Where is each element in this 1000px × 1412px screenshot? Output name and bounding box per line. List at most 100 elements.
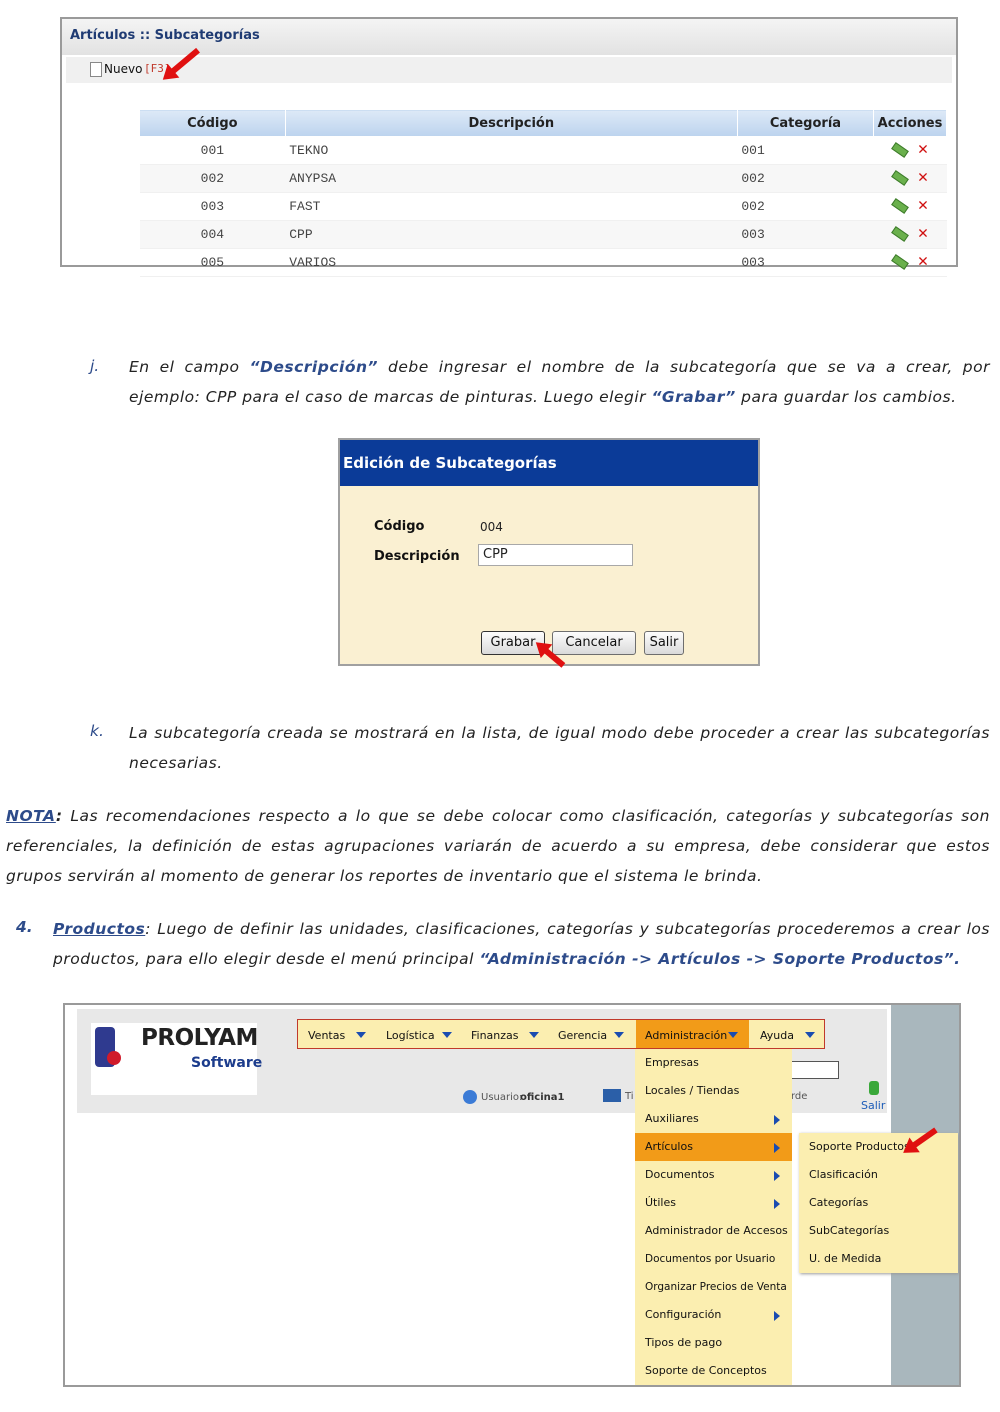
menu-label: Útiles [645, 1196, 676, 1209]
text: para guardar los cambios. [735, 388, 957, 406]
codigo-value: 004 [480, 520, 503, 534]
input-value: CPP [483, 547, 508, 562]
descripcion-input[interactable]: CPP [478, 544, 633, 566]
cell-codigo: 001 [139, 136, 286, 165]
menu-item-organizar-precios[interactable]: Organizar Precios de Venta [635, 1273, 792, 1301]
chevron-down-icon [529, 1032, 539, 1038]
table-row[interactable]: 002 ANYPSA 002 ✕ [139, 164, 947, 193]
menu-item-subcategorias[interactable]: SubCategorías [799, 1217, 958, 1245]
cell-categoria: 002 [737, 164, 874, 193]
chevron-down-icon [442, 1032, 452, 1038]
edicion-subcategorias-dialog: Edición de Subcategorías Código 004 Desc… [338, 438, 760, 668]
menu-gerencia[interactable]: Gerencia [558, 1029, 607, 1042]
cell-descripcion: FAST [285, 192, 738, 221]
chevron-right-icon [774, 1311, 780, 1321]
column-header-categoria[interactable]: Categoría [736, 109, 875, 137]
edit-icon[interactable] [891, 142, 909, 158]
menu-item-articulos[interactable]: Artículos [635, 1133, 792, 1161]
cell-categoria: 003 [737, 248, 874, 277]
delete-icon[interactable]: ✕ [918, 198, 928, 215]
usuario-label: Usuario: [481, 1092, 523, 1103]
menu-label: Administración [645, 1029, 728, 1042]
logo-dot-icon [107, 1051, 121, 1065]
salir-link[interactable]: Salir [861, 1099, 885, 1112]
edit-icon[interactable] [891, 198, 909, 214]
nota-label: NOTA [6, 807, 56, 825]
menu-ayuda[interactable]: Ayuda [760, 1029, 794, 1042]
menu-item-clasificacion[interactable]: Clasificación [799, 1161, 958, 1189]
codigo-label: Código [374, 519, 425, 534]
paragraph-k: La subcategoría creada se mostrará en la… [129, 724, 990, 772]
subcategorias-table: Código Descripción Categoría Acciones 00… [139, 109, 947, 277]
computer-icon [603, 1089, 621, 1102]
chevron-down-icon [356, 1032, 366, 1038]
subcategorias-panel: Artículos :: Subcategorías Nuevo [F3] Có… [60, 17, 958, 277]
productos-link[interactable]: Productos [53, 920, 145, 938]
text: : [55, 807, 63, 825]
menu-item-locales[interactable]: Locales / Tiendas [635, 1077, 792, 1105]
delete-icon[interactable]: ✕ [918, 254, 928, 271]
cancelar-button[interactable]: Cancelar [552, 631, 636, 655]
menu-label: Artículos [645, 1140, 693, 1153]
edit-icon[interactable] [891, 254, 909, 270]
table-row[interactable]: 004 CPP 003 ✕ [139, 220, 947, 249]
nota-paragraph: NOTA: Las recomendaciones respecto a lo … [6, 801, 990, 891]
salir-button[interactable]: Salir [644, 631, 684, 655]
menu-label: Auxiliares [645, 1112, 699, 1125]
menu-item-auxiliares[interactable]: Auxiliares [635, 1105, 792, 1133]
delete-icon[interactable]: ✕ [918, 170, 928, 187]
cell-codigo: 005 [139, 248, 286, 277]
chevron-down-icon [805, 1032, 815, 1038]
menu-label: Documentos [645, 1168, 715, 1181]
highlight: “Grabar” [651, 388, 736, 406]
cell-codigo: 002 [139, 164, 286, 193]
delete-icon[interactable]: ✕ [918, 142, 928, 159]
search-input[interactable] [791, 1061, 839, 1079]
delete-icon[interactable]: ✕ [918, 226, 928, 243]
menu-item-categorias[interactable]: Categorías [799, 1189, 958, 1217]
new-document-icon[interactable] [90, 62, 102, 77]
menu-item-soporte-productos[interactable]: Soporte Productos [799, 1133, 958, 1161]
nuevo-button[interactable]: Nuevo [104, 62, 142, 76]
menu-finanzas[interactable]: Finanzas [471, 1029, 519, 1042]
logo-text: PROLYAM [141, 1025, 258, 1051]
table-row[interactable]: 003 FAST 002 ✕ [139, 192, 947, 221]
chevron-right-icon [774, 1115, 780, 1125]
panel-title: Artículos :: Subcategorías [70, 28, 260, 43]
table-row[interactable]: 005 VARIOS 003 ✕ [139, 248, 947, 277]
menu-ventas[interactable]: Ventas [308, 1029, 345, 1042]
administracion-dropdown: Empresas Locales / Tiendas Auxiliares Ar… [635, 1049, 792, 1385]
articulos-submenu: Soporte Productos Clasificación Categorí… [799, 1133, 958, 1273]
menu-item-soporte-conceptos[interactable]: Soporte de Conceptos [635, 1357, 792, 1385]
main-menu-bar: Ventas Logística Finanzas Gerencia Admin… [297, 1019, 825, 1049]
menu-item-utiles[interactable]: Útiles [635, 1189, 792, 1217]
cell-categoria: 001 [737, 136, 874, 165]
column-header-codigo[interactable]: Código [139, 109, 286, 137]
menu-item-configuracion[interactable]: Configuración [635, 1301, 792, 1329]
menu-label: Configuración [645, 1308, 722, 1321]
table-row[interactable]: 001 TEKNO 001 ✕ [139, 136, 947, 165]
chevron-right-icon [774, 1171, 780, 1181]
column-header-descripcion[interactable]: Descripción [284, 109, 738, 137]
dialog-title: Edición de Subcategorías [343, 454, 557, 472]
cell-categoria: 002 [737, 192, 874, 221]
prolyam-logo: PROLYAM Software [91, 1023, 262, 1095]
menu-item-empresas[interactable]: Empresas [635, 1049, 792, 1077]
menu-item-documentos-usuario[interactable]: Documentos por Usuario [635, 1245, 792, 1273]
item-number-4: 4. [16, 918, 33, 936]
menu-item-tipos-pago[interactable]: Tipos de pago [635, 1329, 792, 1357]
menu-item-unidad-medida[interactable]: U. de Medida [799, 1245, 958, 1273]
partial-text: Ti [625, 1091, 634, 1102]
edit-icon[interactable] [891, 226, 909, 242]
column-header-acciones: Acciones [873, 109, 947, 137]
item-label-j: j. [90, 357, 100, 375]
menu-logistica[interactable]: Logística [386, 1029, 435, 1042]
menu-item-documentos[interactable]: Documentos [635, 1161, 792, 1189]
cell-codigo: 004 [139, 220, 286, 249]
menu-administracion[interactable]: Administración [636, 1020, 749, 1048]
user-icon [463, 1090, 477, 1104]
exit-icon[interactable] [869, 1081, 879, 1095]
edit-icon[interactable] [891, 170, 909, 186]
chevron-right-icon [774, 1143, 780, 1153]
menu-item-administrador-accesos[interactable]: Administrador de Accesos [635, 1217, 792, 1245]
